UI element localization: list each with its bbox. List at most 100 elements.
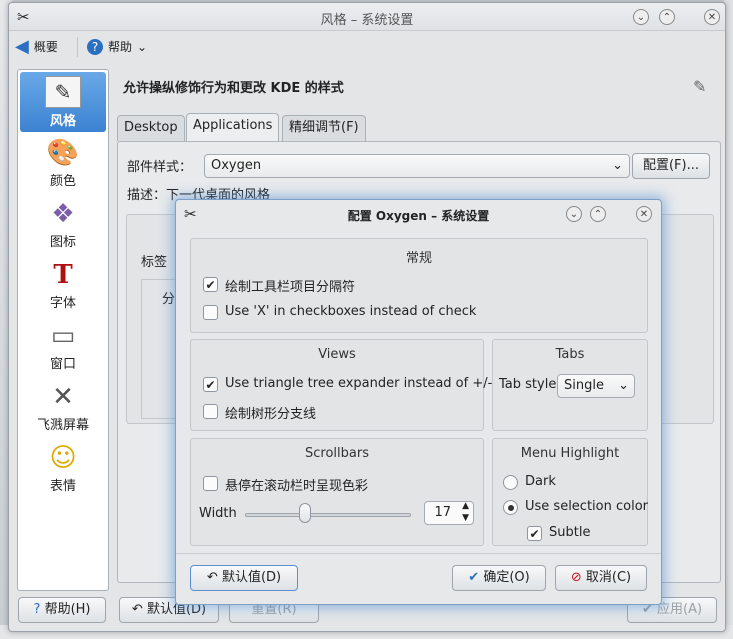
ok-button[interactable]: ✔ 确定(O) bbox=[452, 565, 546, 591]
draw-tree-lines-checkbox[interactable] bbox=[203, 404, 218, 419]
chevron-down-icon: ⌄ bbox=[618, 378, 629, 393]
width-label: Width bbox=[199, 506, 237, 521]
menu-highlight-title: Menu Highlight bbox=[520, 446, 620, 461]
main-window-title: 风格 – 系统设置 bbox=[320, 13, 414, 28]
help-label: 帮助 bbox=[108, 40, 133, 54]
color-palette-icon: 🎨 bbox=[46, 138, 80, 168]
toolbar-separator bbox=[77, 37, 78, 57]
menu-highlight-group: Menu Highlight Dark Use selection color … bbox=[492, 438, 648, 546]
main-titlebar[interactable]: ✂ 风格 – 系统设置 ⌄ ⌃ ✕ bbox=[9, 3, 725, 31]
views-title: Views bbox=[318, 347, 356, 362]
cancel-label: 取消(C) bbox=[585, 570, 632, 585]
help-menu-button[interactable]: ? 帮助 ⌄ bbox=[87, 34, 147, 60]
tabs-group: Tabs Tab style Single ⌄ bbox=[492, 339, 648, 431]
configure-button[interactable]: 配置(F)... bbox=[632, 153, 710, 179]
chevron-down-icon: ⌄ bbox=[137, 40, 148, 54]
sidebar-item-icons[interactable]: ❖ 图标 bbox=[20, 195, 106, 255]
window-icon: ▭ bbox=[50, 321, 76, 351]
font-icon: T bbox=[53, 260, 73, 290]
triangle-expander-checkbox[interactable]: ✔ bbox=[203, 377, 218, 392]
back-arrow-icon: ◀ bbox=[15, 36, 29, 57]
dialog-maximize-button[interactable]: ⌃ bbox=[590, 206, 606, 222]
width-value: 17 bbox=[434, 505, 451, 520]
main-toolbar: ◀ 概要 ? 帮助 ⌄ bbox=[9, 31, 725, 63]
sidebar-item-label: 字体 bbox=[49, 296, 76, 311]
help-icon: ? bbox=[33, 602, 41, 617]
width-spinbox[interactable]: 17 ▲ ▼ bbox=[424, 501, 474, 525]
tab-desktop[interactable]: Desktop bbox=[117, 115, 185, 141]
general-title: 常规 bbox=[405, 251, 432, 266]
splash-tools-icon: ✕ bbox=[52, 382, 74, 412]
dialog-minimize-button[interactable]: ⌄ bbox=[566, 206, 582, 222]
preview-group: 分 bbox=[141, 279, 176, 419]
subtle-checkbox[interactable]: ✔ bbox=[527, 526, 542, 541]
widget-style-label: 部件样式： bbox=[127, 160, 193, 175]
use-x-checkbox[interactable] bbox=[203, 305, 218, 320]
undo-icon: ↶ bbox=[131, 602, 143, 617]
widget-style-combo[interactable]: Oxygen ⌄ bbox=[204, 154, 630, 178]
views-group: Views ✔ Use triangle tree expander inste… bbox=[190, 339, 492, 431]
undo-icon: ↶ bbox=[206, 570, 218, 585]
icons-icon: ❖ bbox=[51, 199, 75, 229]
emoticon-icon: ☺ bbox=[49, 443, 77, 473]
preview-group-label: 分 bbox=[162, 292, 176, 307]
tab-style-combo[interactable]: Single ⌄ bbox=[557, 374, 635, 398]
sidebar-item-label: 表情 bbox=[49, 479, 76, 494]
general-group: 常规 ✔ 绘制工具栏项目分隔符 Use 'X' in checkboxes in… bbox=[190, 238, 648, 333]
sidebar-item-window[interactable]: ▭ 窗口 bbox=[20, 317, 106, 377]
sidebar-item-style[interactable]: ✎ 风格 bbox=[20, 72, 106, 132]
sidebar-item-label: 飞溅屏幕 bbox=[36, 418, 89, 433]
use-selection-color-radio[interactable] bbox=[503, 500, 518, 515]
overview-label: 概要 bbox=[33, 40, 58, 54]
tab-style-label: Tab style bbox=[499, 377, 557, 392]
spin-arrows-icon[interactable]: ▲ ▼ bbox=[462, 500, 469, 524]
apply-label: 应用(A) bbox=[657, 602, 703, 617]
help-icon: ? bbox=[87, 39, 103, 55]
sidebar-item-label: 风格 bbox=[49, 114, 76, 129]
check-icon: ✔ bbox=[468, 570, 480, 585]
colorful-hover-scrollbar-checkbox[interactable] bbox=[203, 476, 218, 491]
dialog-title: 配置 Oxygen – 系统设置 bbox=[347, 209, 490, 223]
dialog-close-button[interactable]: ✕ bbox=[636, 206, 652, 222]
page-header: 允许操纵修饰行为和更改 KDE 的样式 bbox=[123, 81, 344, 96]
subtle-label[interactable]: Subtle bbox=[549, 525, 590, 540]
cancel-button[interactable]: ⊘ 取消(C) bbox=[555, 565, 647, 591]
minimize-button[interactable]: ⌄ bbox=[633, 9, 649, 25]
scrollbars-group: Scrollbars 悬停在滚动栏时呈现色彩 Width 17 ▲ ▼ bbox=[190, 438, 484, 546]
help-button-label: 帮助(H) bbox=[44, 602, 91, 617]
overview-button[interactable]: ◀ 概要 bbox=[15, 34, 58, 60]
draw-tree-lines-label[interactable]: 绘制树形分支线 bbox=[225, 403, 316, 422]
tab-fine-tuning[interactable]: 精细调节(F) bbox=[282, 115, 366, 141]
sidebar-item-emoticons[interactable]: ☺ 表情 bbox=[20, 439, 106, 499]
dialog-defaults-label: 默认值(D) bbox=[221, 570, 282, 585]
category-sidebar: ✎ 风格 🎨 颜色 ❖ 图标 T 字体 ▭ 窗口 ✕ 飞溅屏幕 ☺ 表情 bbox=[17, 69, 109, 591]
preview-tab-label: 标签 bbox=[141, 255, 168, 270]
draw-toolbar-separators-label[interactable]: 绘制工具栏项目分隔符 bbox=[225, 276, 355, 295]
configure-oxygen-dialog: ✂ 配置 Oxygen – 系统设置 ⌄ ⌃ ✕ 常规 ✔ 绘制工具栏项目分隔符… bbox=[175, 199, 662, 605]
triangle-expander-label[interactable]: Use triangle tree expander instead of +/… bbox=[225, 376, 492, 391]
sidebar-item-label: 颜色 bbox=[49, 174, 76, 189]
sidebar-item-color[interactable]: 🎨 颜色 bbox=[20, 134, 106, 194]
width-slider-handle[interactable] bbox=[298, 503, 311, 523]
help-button[interactable]: ? 帮助(H) bbox=[18, 597, 106, 623]
dialog-defaults-button[interactable]: ↶ 默认值(D) bbox=[190, 565, 298, 591]
dark-radio[interactable] bbox=[503, 475, 518, 490]
colorful-hover-scrollbar-label[interactable]: 悬停在滚动栏时呈现色彩 bbox=[225, 475, 368, 494]
sidebar-item-splash[interactable]: ✕ 飞溅屏幕 bbox=[20, 378, 106, 438]
style-preview-icon: ✎ bbox=[693, 77, 707, 96]
tab-style-value: Single bbox=[564, 378, 604, 393]
dialog-separator bbox=[176, 553, 661, 554]
chevron-down-icon: ⌄ bbox=[612, 158, 623, 173]
draw-toolbar-separators-checkbox[interactable]: ✔ bbox=[203, 277, 218, 292]
dark-label[interactable]: Dark bbox=[525, 474, 556, 489]
use-selection-color-label[interactable]: Use selection color bbox=[525, 499, 648, 514]
tab-applications[interactable]: Applications bbox=[186, 113, 280, 141]
maximize-button[interactable]: ⌃ bbox=[659, 9, 675, 25]
cancel-icon: ⊘ bbox=[570, 570, 582, 585]
use-x-label[interactable]: Use 'X' in checkboxes instead of check bbox=[225, 304, 476, 319]
close-button[interactable]: ✕ bbox=[704, 9, 720, 25]
scrollbars-title: Scrollbars bbox=[305, 446, 369, 461]
width-slider-track[interactable] bbox=[245, 513, 411, 517]
sidebar-item-font[interactable]: T 字体 bbox=[20, 256, 106, 316]
widget-style-value: Oxygen bbox=[211, 158, 262, 173]
